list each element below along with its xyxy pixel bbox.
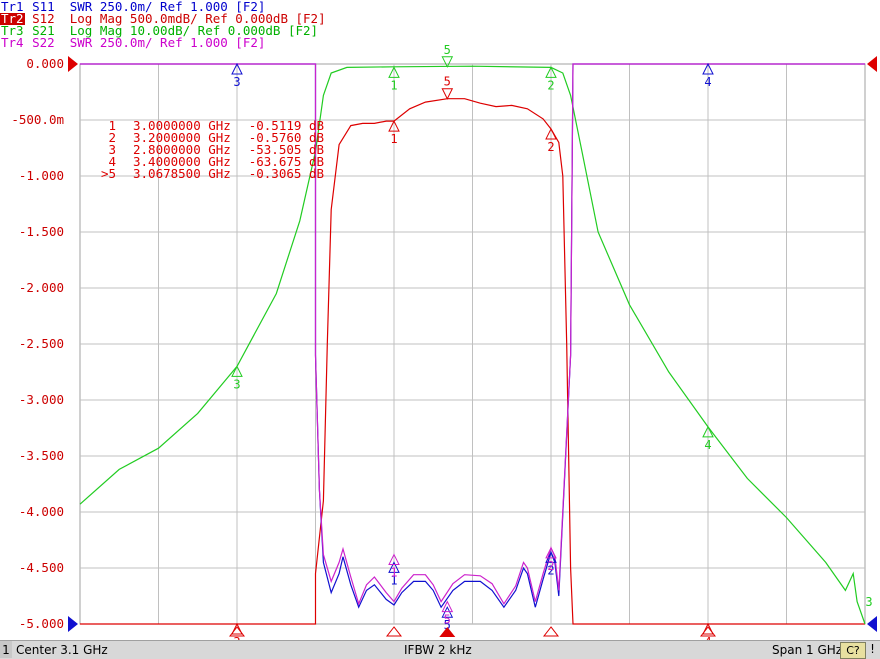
channel-indicator[interactable]: 1 <box>0 641 12 658</box>
marker-label: 5 <box>444 43 451 57</box>
span-setting[interactable]: Span 1 GHz <box>772 643 842 657</box>
marker-label: 4 <box>704 75 711 89</box>
warning-indicator[interactable]: ! <box>867 642 878 657</box>
marker-table-value: -0.3065 dB <box>249 166 324 181</box>
y-tick-label: -5.000 <box>19 616 64 631</box>
reference-pointer-right <box>867 616 877 632</box>
marker-label: 1 <box>390 132 397 146</box>
ifbw-setting[interactable]: IFBW 2 kHz <box>404 643 472 657</box>
bottom-marker-pointer <box>385 626 403 637</box>
y-tick-label: -4.000 <box>19 504 64 519</box>
reference-pointer-left <box>68 56 78 72</box>
active-marker-pointer <box>439 627 456 637</box>
y-tick-label: -1.500 <box>19 224 64 239</box>
y-tick-label: -4.500 <box>19 560 64 575</box>
sparam-chart[interactable]: 0.000 -500.0m -1.000 -1.500 -2.000 -2.500 -3.0… <box>0 0 880 640</box>
y-tick-label: -2.500 <box>19 336 64 351</box>
marker-table-frequency: 3.0678500 GHz <box>133 166 231 181</box>
y-tick-label: 0.000 <box>26 56 64 71</box>
calibration-status[interactable]: C? <box>840 642 866 659</box>
marker-label: 3 <box>865 595 872 609</box>
reference-pointer-left <box>68 616 78 632</box>
bottom-marker-pointer <box>542 626 560 637</box>
y-tick-label: -500.0m <box>11 112 64 127</box>
marker-label: 5 <box>444 613 451 627</box>
y-tick-label: -1.000 <box>19 168 64 183</box>
center-frequency[interactable]: Center 3.1 GHz <box>16 643 108 657</box>
y-tick-label: -2.000 <box>19 280 64 295</box>
y-tick-label: -3.500 <box>19 448 64 463</box>
marker-label: 2 <box>547 559 554 573</box>
marker-label: 2 <box>547 140 554 154</box>
marker-label: 1 <box>390 78 397 92</box>
marker-label: 4 <box>704 438 711 452</box>
marker-label: 3 <box>233 75 240 89</box>
status-bar: 1 Center 3.1 GHz IFBW 2 kHz Span 1 GHz C… <box>0 640 880 659</box>
marker-label: 5 <box>444 75 451 89</box>
marker-label: 2 <box>547 78 554 92</box>
marker-label: 1 <box>390 566 397 580</box>
y-tick-label: -3.000 <box>19 392 64 407</box>
marker-table-label: >5 <box>101 166 116 181</box>
marker-label: 3 <box>233 377 240 391</box>
reference-pointer-right <box>867 56 877 72</box>
marker-triangle <box>702 622 714 635</box>
marker-triangle <box>231 622 243 635</box>
